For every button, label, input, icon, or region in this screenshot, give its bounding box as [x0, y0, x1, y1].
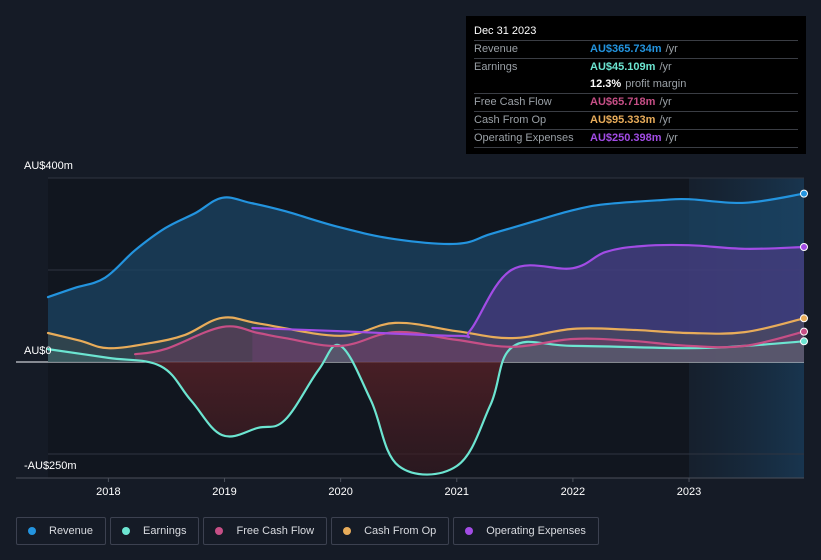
cash-from-op-dot-icon — [343, 527, 352, 535]
tooltip-value: AU$65.718m — [590, 96, 656, 108]
x-tick-label: 2023 — [677, 486, 701, 498]
x-tick-label: 2018 — [96, 486, 120, 498]
tooltip-row-fcf: Free Cash Flow AU$65.718m /yr — [474, 94, 798, 112]
legend-item-cash-from-op[interactable]: Cash From Op — [331, 517, 450, 545]
legend-label: Earnings — [143, 525, 187, 537]
tooltip-row-revenue: Revenue AU$365.734m /yr — [474, 41, 798, 59]
tooltip-label: Operating Expenses — [474, 132, 574, 144]
earnings-dot-icon — [122, 527, 131, 535]
tooltip-label: Revenue — [474, 43, 519, 55]
tooltip-unit: /yr — [659, 114, 672, 126]
tooltip-value: 12.3% — [590, 78, 622, 90]
tooltip-label: Earnings — [474, 61, 518, 73]
legend-label: Cash From Op — [364, 525, 437, 537]
x-tick-label: 2019 — [212, 486, 236, 498]
tooltip-row-earnings: Earnings AU$45.109m /yr — [474, 59, 798, 76]
tooltip-value: AU$45.109m — [590, 61, 656, 73]
legend-item-earnings[interactable]: Earnings — [110, 517, 200, 545]
chart-legend: Revenue Earnings Free Cash Flow Cash Fro… — [16, 517, 599, 545]
tooltip-value: AU$95.333m — [590, 114, 656, 126]
legend-item-free-cash-flow[interactable]: Free Cash Flow — [203, 517, 328, 545]
tooltip-label: Free Cash Flow — [474, 96, 552, 108]
y-tick-label-neg250: -AU$250m — [24, 460, 77, 472]
x-axis-ticks: 2018 2019 2020 2021 2022 2023 — [96, 478, 701, 498]
tooltip-unit: profit margin — [625, 78, 687, 90]
operating-expenses-dot-icon — [465, 527, 474, 535]
legend-item-revenue[interactable]: Revenue — [16, 517, 107, 545]
tooltip-unit: /yr — [659, 61, 672, 73]
tooltip-date: Dec 31 2023 — [474, 24, 798, 41]
free-cash-flow-dot-icon — [215, 527, 224, 535]
tooltip-unit: /yr — [665, 132, 678, 144]
legend-label: Revenue — [49, 525, 94, 537]
x-tick-label: 2020 — [328, 486, 352, 498]
revenue-dot-icon — [28, 527, 36, 535]
legend-label: Free Cash Flow — [236, 525, 315, 537]
legend-label: Operating Expenses — [486, 525, 586, 537]
tooltip-value: AU$250.398m — [590, 132, 662, 144]
tooltip-row-opex: Operating Expenses AU$250.398m /yr — [474, 130, 798, 148]
operating-expenses-end-dot — [800, 243, 808, 251]
revenue-end-dot — [800, 189, 808, 198]
free-cash-flow-end-dot — [800, 327, 808, 336]
y-tick-label-0: AU$0 — [24, 345, 52, 357]
x-tick-label: 2021 — [445, 486, 469, 498]
tooltip-row-cfo: Cash From Op AU$95.333m /yr — [474, 112, 798, 130]
tooltip-row-margin: 12.3% profit margin — [474, 76, 798, 94]
y-tick-label-400: AU$400m — [24, 160, 73, 172]
tooltip-label: Cash From Op — [474, 114, 547, 126]
tooltip-label — [474, 76, 590, 93]
tooltip-value: AU$365.734m — [590, 43, 662, 55]
x-tick-label: 2022 — [561, 486, 585, 498]
tooltip-panel: Dec 31 2023 Revenue AU$365.734m /yr Earn… — [466, 16, 806, 154]
legend-item-operating-expenses[interactable]: Operating Expenses — [453, 517, 599, 545]
earnings-end-dot — [800, 337, 808, 346]
tooltip-unit: /yr — [665, 43, 678, 55]
tooltip-unit: /yr — [659, 96, 672, 108]
cash-from-op-end-dot — [800, 314, 808, 323]
